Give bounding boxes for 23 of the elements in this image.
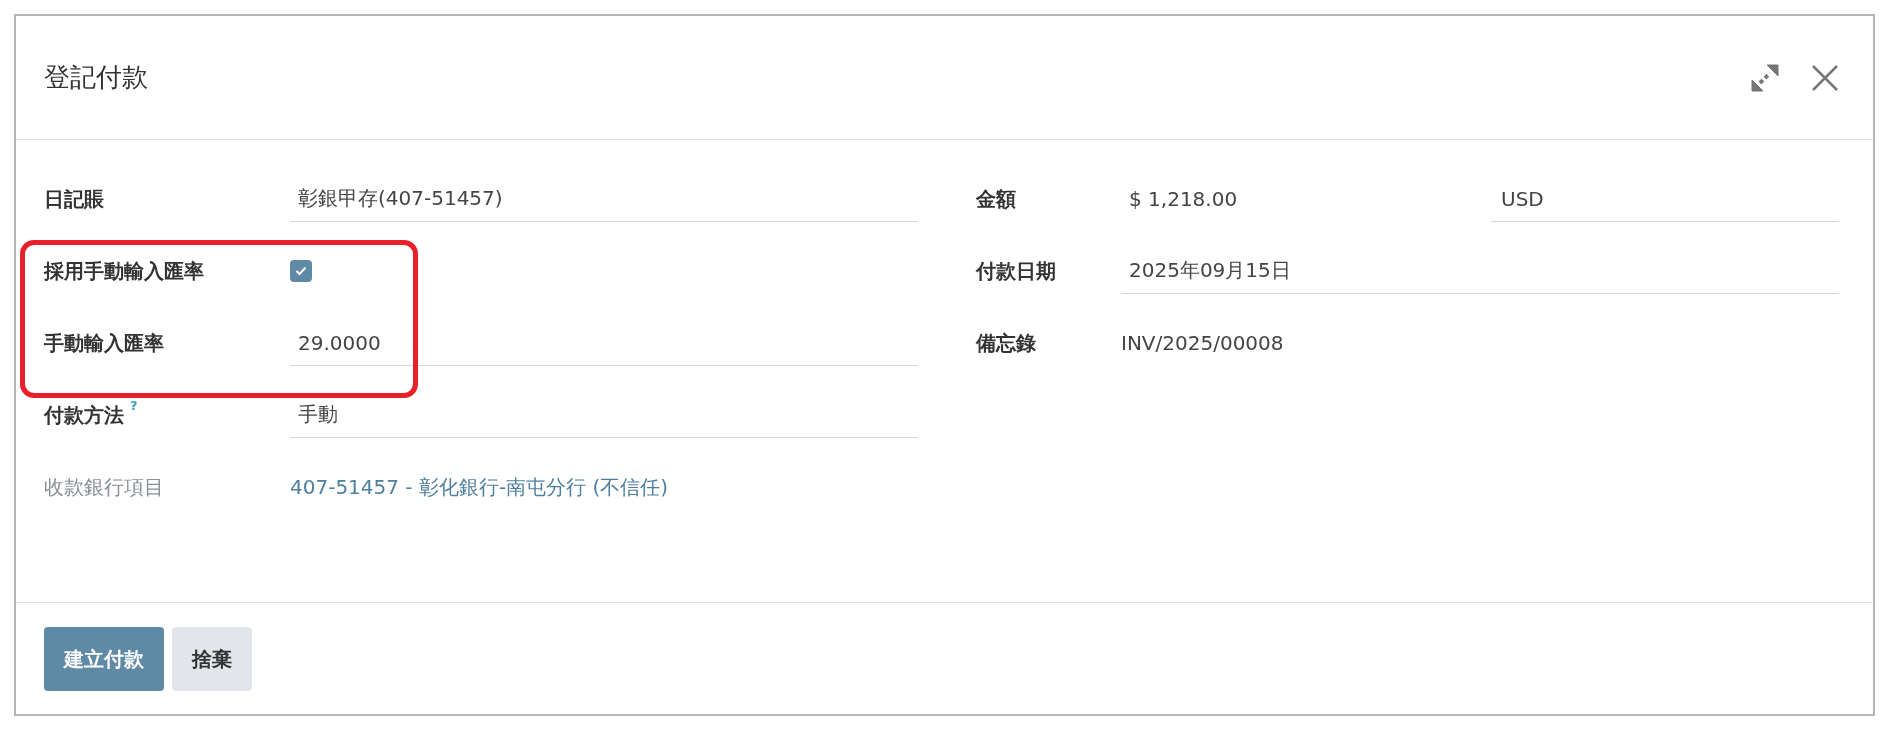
discard-button[interactable]: 捨棄 <box>172 626 252 691</box>
input-field[interactable]: 29.0000 <box>290 320 918 366</box>
amount-value: $ 1,218.00 <box>1128 186 1239 213</box>
field-label: 金額 <box>976 186 1016 213</box>
field-label: 備忘錄 <box>976 330 1036 357</box>
dialog-title: 登記付款 <box>44 61 149 94</box>
field-label: 付款日期 <box>976 258 1056 285</box>
checkbox[interactable] <box>290 260 312 282</box>
field-label: 收款銀行項目 <box>44 474 164 501</box>
field-value: INV/2025/00008 <box>1121 330 1284 357</box>
input-field[interactable]: 手動 <box>290 392 918 438</box>
currency-field[interactable]: USD <box>1491 176 1839 222</box>
field-label: 付款方法 <box>44 402 124 429</box>
field-label: 手動輸入匯率 <box>44 330 164 357</box>
check-icon <box>295 266 307 276</box>
field-label: 採用手動輸入匯率 <box>44 258 204 285</box>
bank-account-link[interactable]: 407-51457 - 彰化銀行-南屯分行 (不信任) <box>290 472 669 502</box>
close-icon <box>1811 63 1839 92</box>
field-label: 日記賬 <box>44 186 104 213</box>
input-field[interactable]: 彰銀甲存(407-51457) <box>290 176 918 222</box>
expand-icon <box>1750 62 1780 93</box>
create-payment-button[interactable]: 建立付款 <box>44 626 164 691</box>
input-field[interactable]: 2025年09月15日 <box>1121 248 1839 294</box>
